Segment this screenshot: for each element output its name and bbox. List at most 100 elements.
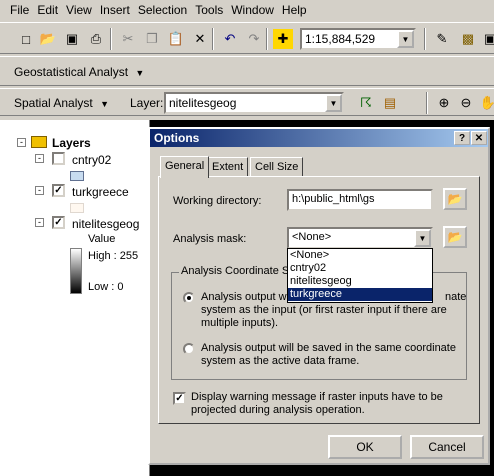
radio2-text-b: system as the active data frame. (201, 355, 360, 367)
spatial-menu[interactable]: Spatial Analyst ▼ (14, 96, 109, 110)
menu-edit[interactable]: Edit (37, 3, 58, 17)
toolbar-more-icon[interactable]: ▣ (480, 29, 494, 49)
cancel-label: Cancel (428, 440, 466, 454)
check-text-b: projected during analysis operation. (191, 404, 365, 416)
dialog-titlebar: Options ? ✕ (150, 129, 488, 147)
layer-name[interactable]: cntry02 (72, 153, 111, 167)
layer-name[interactable]: turkgreece (72, 185, 129, 199)
mask-option[interactable]: turkgreece (288, 288, 432, 301)
radio1-text-b: nate (445, 291, 467, 303)
tab-cell-size[interactable]: Cell Size (250, 157, 304, 177)
radio1-text-a: Analysis output wi (201, 291, 290, 303)
delete-icon[interactable]: ✕ (190, 29, 210, 49)
help-icon[interactable]: ? (454, 131, 470, 145)
histogram-icon[interactable]: ☈ (356, 93, 376, 113)
dropdown-arrow-icon: ▼ (100, 99, 109, 109)
undo-icon[interactable]: ↶ (220, 29, 240, 49)
layer-swatch (70, 203, 84, 213)
chevron-down-icon[interactable]: ▼ (397, 30, 414, 48)
chevron-down-icon[interactable]: ▼ (414, 229, 431, 247)
menu-bar: File Edit View Insert Selection Tools Wi… (0, 0, 494, 20)
cancel-button[interactable]: Cancel (410, 435, 484, 459)
spatial-label: Spatial Analyst (14, 96, 93, 110)
tab-label: Cell Size (255, 161, 299, 173)
legend-low-label: Low : 0 (88, 281, 124, 293)
menu-selection[interactable]: Selection (138, 3, 187, 17)
geostat-label: Geostatistical Analyst (14, 65, 129, 79)
layer-combo[interactable]: nitelitesgeog ▼ (164, 92, 344, 114)
menu-file[interactable]: File (10, 3, 29, 17)
ok-label: OK (356, 440, 374, 454)
check-text-a: Display warning message if raster inputs… (191, 391, 443, 403)
options-dialog: Options ? ✕ General Extent Cell Size Wor… (148, 127, 490, 465)
scale-combo[interactable]: 1:15,884,529 ▼ (300, 28, 416, 50)
mask-option[interactable]: <None> (288, 249, 432, 262)
separator (110, 28, 112, 50)
print-icon[interactable]: ⎙ (86, 29, 106, 49)
tab-label: General (165, 160, 205, 172)
collapse-icon[interactable]: - (35, 186, 44, 195)
menu-tools[interactable]: Tools (195, 3, 223, 17)
workdir-input[interactable]: h:\public_html\gs (287, 189, 433, 211)
browse-folder-icon[interactable]: 📂 (443, 226, 467, 248)
layer-name[interactable]: nitelitesgeog (72, 217, 139, 231)
browse-folder-icon[interactable]: 📂 (443, 188, 467, 210)
menu-help[interactable]: Help (282, 3, 307, 17)
copy-icon[interactable]: ❐ (142, 29, 162, 49)
general-panel: Working directory: h:\public_html\gs 📂 A… (158, 176, 480, 424)
grayscale-ramp (70, 248, 82, 294)
geostat-toolbar: Geostatistical Analyst ▼ (0, 56, 494, 86)
open-icon[interactable]: 📂 (38, 29, 58, 49)
legend-high-label: High : 255 (88, 250, 139, 262)
geostat-menu[interactable]: Geostatistical Analyst ▼ (14, 65, 144, 79)
layers-title: Layers (52, 136, 91, 150)
mask-value: <None> (292, 231, 332, 243)
tab-general[interactable]: General (160, 156, 210, 178)
collapse-icon[interactable]: - (35, 154, 44, 163)
mask-label: Analysis mask: (173, 233, 247, 245)
mask-select[interactable]: <None> ▼ (287, 227, 433, 249)
layer-visibility-checkbox[interactable]: ✓ (52, 184, 65, 197)
standard-toolbar: □ 📂 ▣ ⎙ ✂ ❐ 📋 ✕ ↶ ↷ ✚ 1:15,884,529 ▼ ✎ ▩… (0, 22, 494, 54)
layer-visibility-checkbox[interactable]: ✓ (52, 216, 65, 229)
collapse-icon[interactable]: - (17, 138, 26, 147)
close-icon[interactable]: ✕ (471, 131, 487, 145)
new-icon[interactable]: □ (16, 29, 36, 49)
legend-value-label: Value (88, 233, 116, 245)
add-data-icon[interactable]: ✚ (273, 29, 293, 49)
spatial-toolbar: Spatial Analyst ▼ Layer: nitelitesgeog ▼… (0, 88, 494, 116)
zoom-out-icon[interactable]: ⊖ (456, 93, 476, 113)
pan-icon[interactable]: ✋ (478, 93, 494, 113)
radio-same-as-dataframe[interactable] (183, 343, 195, 355)
radio2-text-a: Analysis output will be saved in the sam… (201, 342, 456, 354)
workdir-value: h:\public_html\gs (292, 193, 375, 205)
ok-button[interactable]: OK (328, 435, 402, 459)
layer-swatch (70, 171, 84, 181)
menu-insert[interactable]: Insert (100, 3, 130, 17)
menu-window[interactable]: Window (231, 3, 274, 17)
zoom-in-icon[interactable]: ⊕ (434, 93, 454, 113)
radio1-text-c: system as the input (or first raster inp… (201, 304, 447, 316)
layer-visibility-checkbox[interactable] (52, 152, 65, 165)
bar-chart-icon[interactable]: ▤ (380, 93, 400, 113)
mask-option[interactable]: nitelitesgeog (288, 275, 432, 288)
save-icon[interactable]: ▣ (62, 29, 82, 49)
cut-icon[interactable]: ✂ (118, 29, 138, 49)
separator (426, 92, 428, 114)
table-of-contents: - Layers - cntry02 - ✓ turkgreece - ✓ ni… (0, 120, 150, 476)
tab-extent[interactable]: Extent (207, 157, 249, 177)
radio-same-as-input[interactable] (183, 292, 195, 304)
mask-option[interactable]: cntry02 (288, 262, 432, 275)
tab-label: Extent (212, 161, 244, 173)
workdir-label: Working directory: (173, 195, 262, 207)
layer-label: Layer: (130, 96, 164, 110)
paste-icon[interactable]: 📋 (166, 29, 186, 49)
chevron-down-icon[interactable]: ▼ (325, 94, 342, 112)
menu-view[interactable]: View (66, 3, 92, 17)
collapse-icon[interactable]: - (35, 218, 44, 227)
redo-icon[interactable]: ↷ (244, 29, 264, 49)
warning-checkbox[interactable]: ✓ (173, 392, 186, 405)
arctoolbox-icon[interactable]: ▩ (458, 29, 478, 49)
editor-icon[interactable]: ✎ (432, 29, 452, 49)
groupbox-title: Analysis Coordinate Sy (179, 265, 297, 278)
